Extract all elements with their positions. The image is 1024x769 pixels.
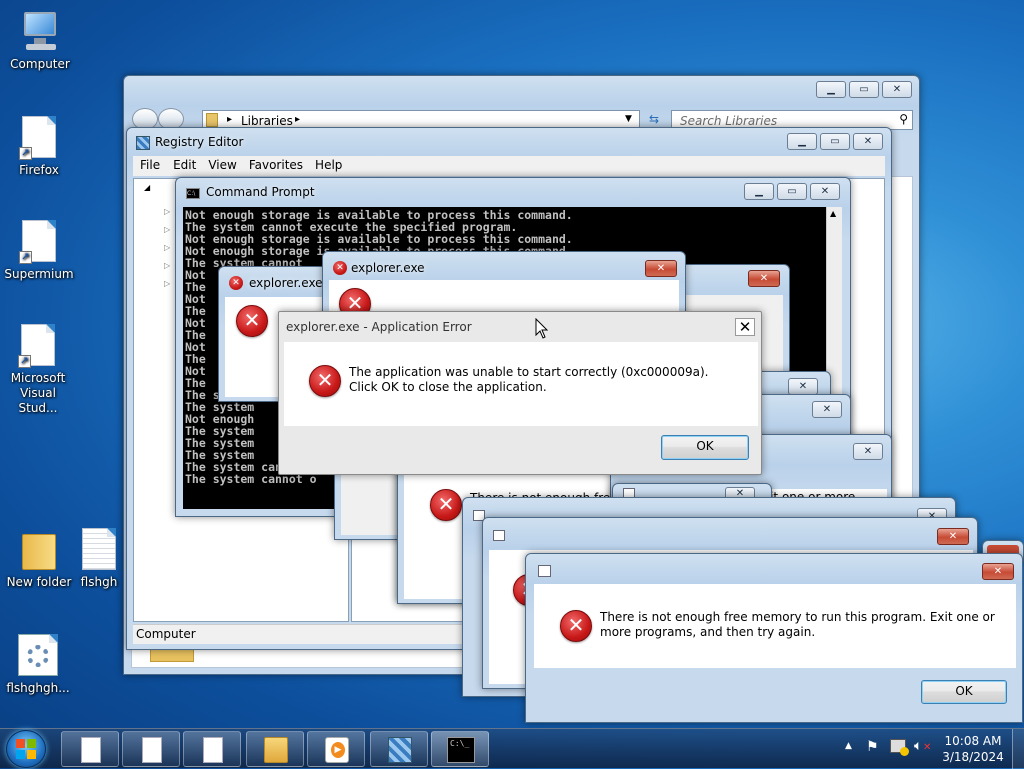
window-title: explorer.exe (249, 276, 323, 290)
cmd-icon: C:\_ (447, 737, 475, 763)
error-icon: ✕ (333, 261, 347, 275)
close-button[interactable]: ✕ (853, 443, 883, 460)
error-icon: ✕ (560, 610, 592, 642)
error-message: The application was unable to start corr… (349, 365, 709, 394)
taskbar-item-explorer[interactable] (246, 731, 304, 767)
minimize-button[interactable]: ▁ (744, 183, 774, 200)
desktop-icon-label: flshghgh... (6, 681, 70, 695)
desktop-icon-supermium[interactable]: ↗ Supermium (1, 220, 77, 282)
taskbar-item-file-2[interactable] (122, 731, 180, 767)
error-message: There is not enough free memory to run t… (600, 610, 995, 639)
menu-favorites[interactable]: Favorites (243, 156, 309, 176)
shortcut-arrow-icon: ↗ (19, 251, 32, 264)
desktop-icon-flshgh[interactable]: flshgh (74, 528, 124, 590)
close-button[interactable]: ✕ (748, 270, 780, 287)
menu-edit[interactable]: Edit (167, 156, 202, 176)
library-icon (150, 648, 194, 662)
taskbar-item-file-3[interactable] (183, 731, 241, 767)
expand-icon[interactable]: ◢ (144, 183, 150, 192)
app-icon (538, 565, 551, 577)
close-button[interactable]: ✕ (810, 183, 840, 200)
regedit-icon (388, 737, 412, 763)
minimize-button[interactable]: ▁ (816, 81, 846, 98)
text-file-icon (82, 528, 116, 570)
window-title: Registry Editor (155, 135, 244, 149)
desktop-icon-new-folder[interactable]: New folder (1, 528, 77, 590)
clock-date: 3/18/2024 (942, 750, 1004, 764)
show-hidden-icons-button[interactable]: ▲ (845, 741, 852, 751)
taskbar-item-regedit[interactable] (370, 731, 428, 767)
close-button[interactable]: ✕ (853, 133, 883, 150)
maximize-button[interactable]: ▭ (820, 133, 850, 150)
chevron-down-icon[interactable]: ▼ (625, 114, 632, 124)
desktop-icon-label: flshgh (80, 575, 118, 589)
desktop-icon-label: New folder (6, 575, 72, 589)
taskbar-item-cmd[interactable]: C:\_ (431, 731, 489, 767)
close-button[interactable]: ✕ (937, 528, 969, 545)
taskbar: ▶ C:\_ ▲ ⚑ 🔈︎ ✕ 10:08 AM 3/18/2024 (0, 728, 1024, 769)
file-icon (140, 737, 164, 763)
settings-file-icon (18, 634, 58, 676)
menu-file[interactable]: File (133, 156, 167, 176)
desktop-icon-label: Microsoft Visual Stud... (10, 371, 66, 415)
desktop-icon-computer[interactable]: Computer (2, 10, 78, 72)
window-title: explorer.exe - Application Error (286, 320, 472, 334)
taskbar-item-media-player[interactable]: ▶ (307, 731, 365, 767)
menu-help[interactable]: Help (309, 156, 348, 176)
windows-logo-icon (16, 739, 36, 759)
shortcut-arrow-icon: ↗ (18, 355, 31, 368)
close-button[interactable]: ✕ (982, 563, 1014, 580)
memory-error-dialog: ✕ ✕ There is not enough free memory to r… (525, 553, 1023, 723)
desktop-icon-visual-studio[interactable]: ↗ Microsoft Visual Stud... (0, 324, 76, 416)
maximize-button[interactable]: ▭ (777, 183, 807, 200)
menu-bar: File Edit View Favorites Help (133, 156, 885, 176)
cmd-icon: C:\ (186, 188, 200, 199)
media-player-icon: ▶ (325, 737, 349, 763)
close-button[interactable]: ✕ (882, 81, 912, 98)
desktop-icon-label: Supermium (4, 267, 74, 281)
close-button[interactable]: ✕ (645, 260, 677, 277)
desktop-icon-firefox[interactable]: ↗ Firefox (1, 116, 77, 178)
desktop-icon-label: Firefox (19, 163, 59, 177)
close-button[interactable]: ✕ (812, 401, 842, 418)
close-button[interactable]: ✕ (788, 378, 818, 395)
minimize-button[interactable]: ▁ (787, 133, 817, 150)
error-icon: ✕ (229, 276, 243, 290)
folder-icon (264, 737, 288, 763)
error-icon: ✕ (236, 305, 268, 337)
search-icon: ⚲ (899, 112, 908, 126)
clock[interactable]: 10:08 AM 3/18/2024 (940, 733, 1006, 765)
mouse-cursor (535, 317, 549, 343)
desktop-icon-flshghgh[interactable]: flshghgh... (0, 634, 76, 696)
app-icon (493, 530, 505, 541)
maximize-button[interactable]: ▭ (849, 81, 879, 98)
shortcut-arrow-icon: ↗ (19, 147, 32, 160)
clock-time: 10:08 AM (944, 734, 1002, 748)
folder-icon (19, 528, 59, 572)
volume-muted-icon[interactable]: 🔈︎ ✕ (914, 738, 931, 754)
ok-button[interactable]: OK (921, 680, 1007, 704)
computer-icon (20, 10, 60, 54)
menu-view[interactable]: View (202, 156, 242, 176)
error-icon: ✕ (430, 489, 462, 521)
network-icon[interactable] (890, 739, 909, 756)
ok-button[interactable]: OK (661, 435, 749, 460)
error-icon: ✕ (309, 365, 341, 397)
show-desktop-button[interactable] (1012, 729, 1024, 769)
address-root[interactable]: Libraries (241, 114, 293, 128)
application-error-dialog: explorer.exe - Application Error ✕ ✕ The… (278, 311, 762, 475)
taskbar-item-file-1[interactable] (61, 731, 119, 767)
desktop-icon-label: Computer (10, 57, 70, 71)
window-title: explorer.exe (351, 261, 425, 275)
libraries-icon (206, 113, 218, 127)
regedit-icon (136, 136, 150, 150)
action-center-flag-icon[interactable]: ⚑ (866, 739, 879, 755)
file-icon (201, 737, 225, 763)
close-button[interactable]: ✕ (735, 318, 755, 336)
file-icon (79, 737, 103, 763)
start-button[interactable] (6, 730, 46, 768)
window-title: Command Prompt (206, 185, 315, 199)
